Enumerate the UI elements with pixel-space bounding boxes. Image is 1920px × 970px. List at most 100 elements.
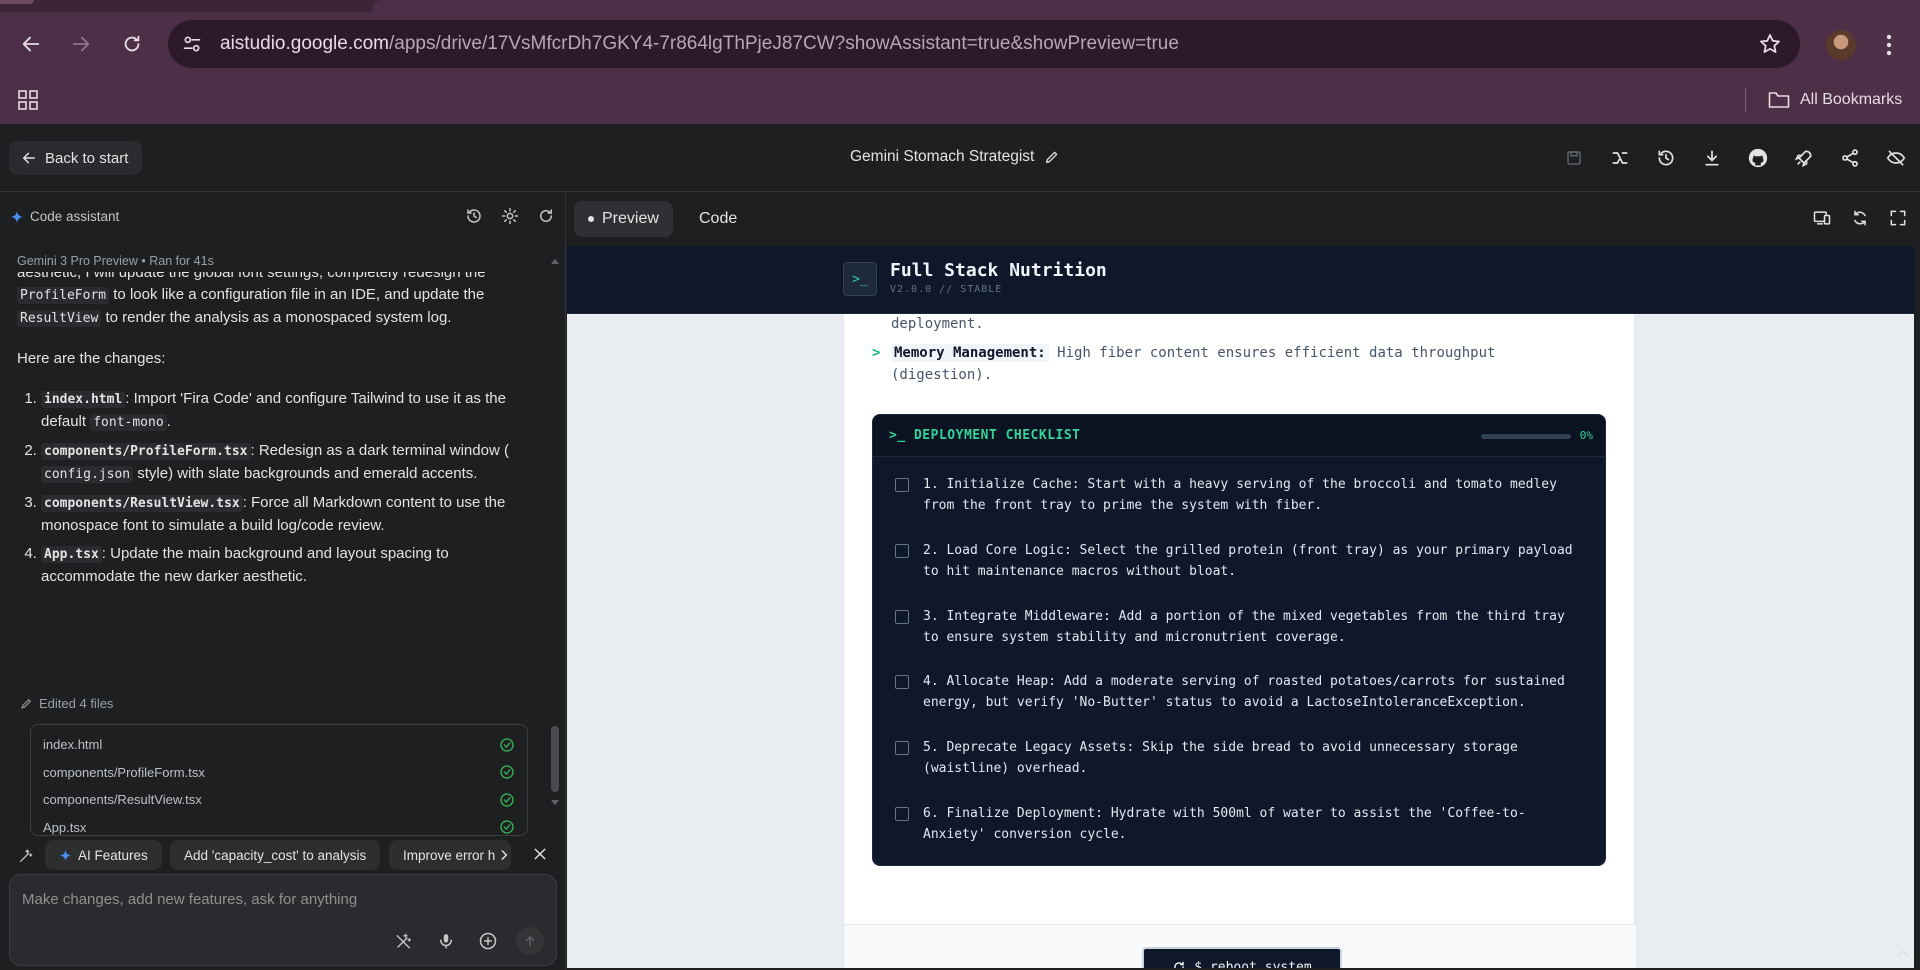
history-icon[interactable] [464,206,484,226]
site-info-icon[interactable] [180,32,204,56]
change-code: config.json [41,466,134,483]
browser-tabstrip [0,0,1920,12]
checklist-item-text-2: energy, but verify 'No-Butter' status to… [923,695,1526,710]
memory-management-key: Memory Management: [891,344,1049,362]
chat-scrollbar-thumb[interactable] [551,726,559,792]
refresh-icon[interactable] [536,206,556,226]
tab-preview[interactable]: Preview [574,201,673,237]
chat-scroll-area[interactable]: aesthetic, I will update the global font… [0,272,548,850]
checklist-item[interactable]: 1. Initialize Cache: Start with a heavy … [893,474,1583,516]
intro-text-a: aesthetic, I will update the global font… [17,272,486,281]
tab-preview-label: Preview [602,210,659,227]
device-toggle-icon[interactable] [1812,208,1832,228]
edited-file-row[interactable]: components/ResultView.tsx [43,786,515,814]
bookmark-star-icon[interactable] [1758,32,1782,56]
checkbox[interactable] [895,807,909,821]
browser-menu-icon[interactable] [1884,32,1894,58]
change-item: index.html: Import 'Fira Code' and confi… [41,388,532,434]
apps-grid-icon[interactable] [16,88,40,112]
analysis-report: deployment. > Memory Management: High fi… [843,314,1636,970]
checklist-item[interactable]: 5. Deprecate Legacy Assets: Skip the sid… [893,737,1583,779]
tab-code[interactable]: Code [685,201,751,237]
prompt-input[interactable] [22,887,542,911]
run-status: Ran for 41s [149,254,214,268]
add-circle-icon[interactable] [474,927,502,955]
preview-frame[interactable]: >_ Full Stack Nutrition V2.0.0 // STABLE… [567,246,1920,970]
edited-files-line: Edited 4 files [20,696,113,711]
check-circle-icon [499,737,515,753]
pencil-icon [20,697,33,710]
input-tools [390,927,544,955]
intro-text-b: to look like a configuration file in an … [109,286,485,303]
arrow-left-icon [21,150,37,166]
checklist-item[interactable]: 2. Load Core Logic: Select the grilled p… [893,540,1583,582]
checklist-header: >_ DEPLOYMENT CHECKLIST 0% [873,415,1605,457]
change-text-end: . [166,413,171,430]
fork-icon[interactable] [1608,146,1632,170]
suggestion-chip-capacity-cost[interactable]: Add 'capacity_cost' to analysis [170,840,381,870]
reboot-system-button[interactable]: $ reboot_system [1142,947,1342,970]
github-icon[interactable] [1746,146,1770,170]
memory-management-text: Memory Management: High fiber content en… [872,342,1572,386]
app-title-text: Gemini Stomach Strategist [850,148,1035,165]
memory-management-item: > Memory Management: High fiber content … [872,342,1572,386]
change-item: App.tsx: Update the main background and … [41,543,532,588]
edited-file-row[interactable]: components/ProfileForm.tsx [43,759,515,787]
hide-eye-icon[interactable] [1884,146,1908,170]
chevron-right-icon[interactable] [497,847,511,863]
history-icon[interactable] [1654,146,1678,170]
checklist-item[interactable]: 3. Integrate Middleware: Add a portion o… [893,606,1583,648]
deploy-rocket-icon[interactable] [1792,146,1816,170]
address-bar[interactable]: aistudio.google.com/apps/drive/17VsMfcrD… [168,20,1800,68]
save-icon[interactable] [1562,146,1586,170]
close-icon[interactable] [532,846,548,862]
url-text[interactable]: aistudio.google.com/apps/drive/17VsMfcrD… [220,33,1179,55]
edit-pencil-icon[interactable] [1044,149,1060,165]
checklist-item-text: 1. Initialize Cache: Start with a heavy … [923,477,1557,492]
back-to-start-button[interactable]: Back to start [9,141,143,175]
intro-text-c: to render the analysis as a monospaced s… [101,309,452,326]
preview-tab-bar: Preview Code [567,192,1920,246]
checklist-item-text: 3. Integrate Middleware: Add a portion o… [923,609,1565,624]
folder-icon [1768,91,1790,109]
forward-arrow-icon[interactable] [67,30,95,58]
edited-files-label: Edited 4 files [39,696,114,711]
microphone-icon[interactable] [432,927,460,955]
back-arrow-icon[interactable] [17,30,45,58]
suggestion-label: Add 'capacity_cost' to analysis [184,847,367,863]
reload-preview-icon[interactable] [1850,208,1870,228]
magic-wand-icon[interactable] [390,927,418,955]
bookmarks-bar: All Bookmarks [0,76,1920,124]
all-bookmarks-button[interactable]: All Bookmarks [1768,86,1902,114]
checkbox[interactable] [895,610,909,624]
share-icon[interactable] [1838,146,1862,170]
deployment-checklist: >_ DEPLOYMENT CHECKLIST 0% 1. Initialize… [872,414,1606,866]
active-tab[interactable] [372,0,1920,12]
prompt-input-box[interactable] [9,874,557,966]
edited-file-row[interactable]: index.html [43,731,515,759]
chevron-up-icon[interactable] [1896,948,1910,958]
checkbox[interactable] [895,478,909,492]
checkbox[interactable] [895,741,909,755]
header-actions [1562,146,1908,170]
preview-scrollbar[interactable] [1914,246,1920,970]
checklist-item[interactable]: 4. Allocate Heap: Add a moderate serving… [893,671,1583,713]
change-item: components/ResultView.tsx: Force all Mar… [41,492,532,537]
change-file: components/ResultView.tsx [41,495,243,512]
checklist-item-text-2: (waistline) overhead. [923,761,1088,776]
send-arrow-icon[interactable] [516,927,544,955]
fullscreen-icon[interactable] [1888,208,1908,228]
settings-gear-icon[interactable] [500,206,520,226]
download-icon[interactable] [1700,146,1724,170]
checkbox[interactable] [895,675,909,689]
checklist-item[interactable]: 6. Finalize Deployment: Hydrate with 500… [893,803,1583,845]
bookmarks-divider [1745,88,1746,112]
checkbox[interactable] [895,544,909,558]
suggestion-chip-ai-features[interactable]: AI Features [45,840,162,870]
suggestion-chip-improve-error[interactable]: Improve error h [389,840,511,870]
profile-avatar[interactable] [1826,30,1856,60]
reload-icon[interactable] [118,30,146,58]
change-file: components/ProfileForm.tsx [41,443,251,460]
pinned-tab[interactable] [0,0,34,4]
model-status-line: Gemini 3 Pro Preview • Ran for 41s [17,254,214,268]
